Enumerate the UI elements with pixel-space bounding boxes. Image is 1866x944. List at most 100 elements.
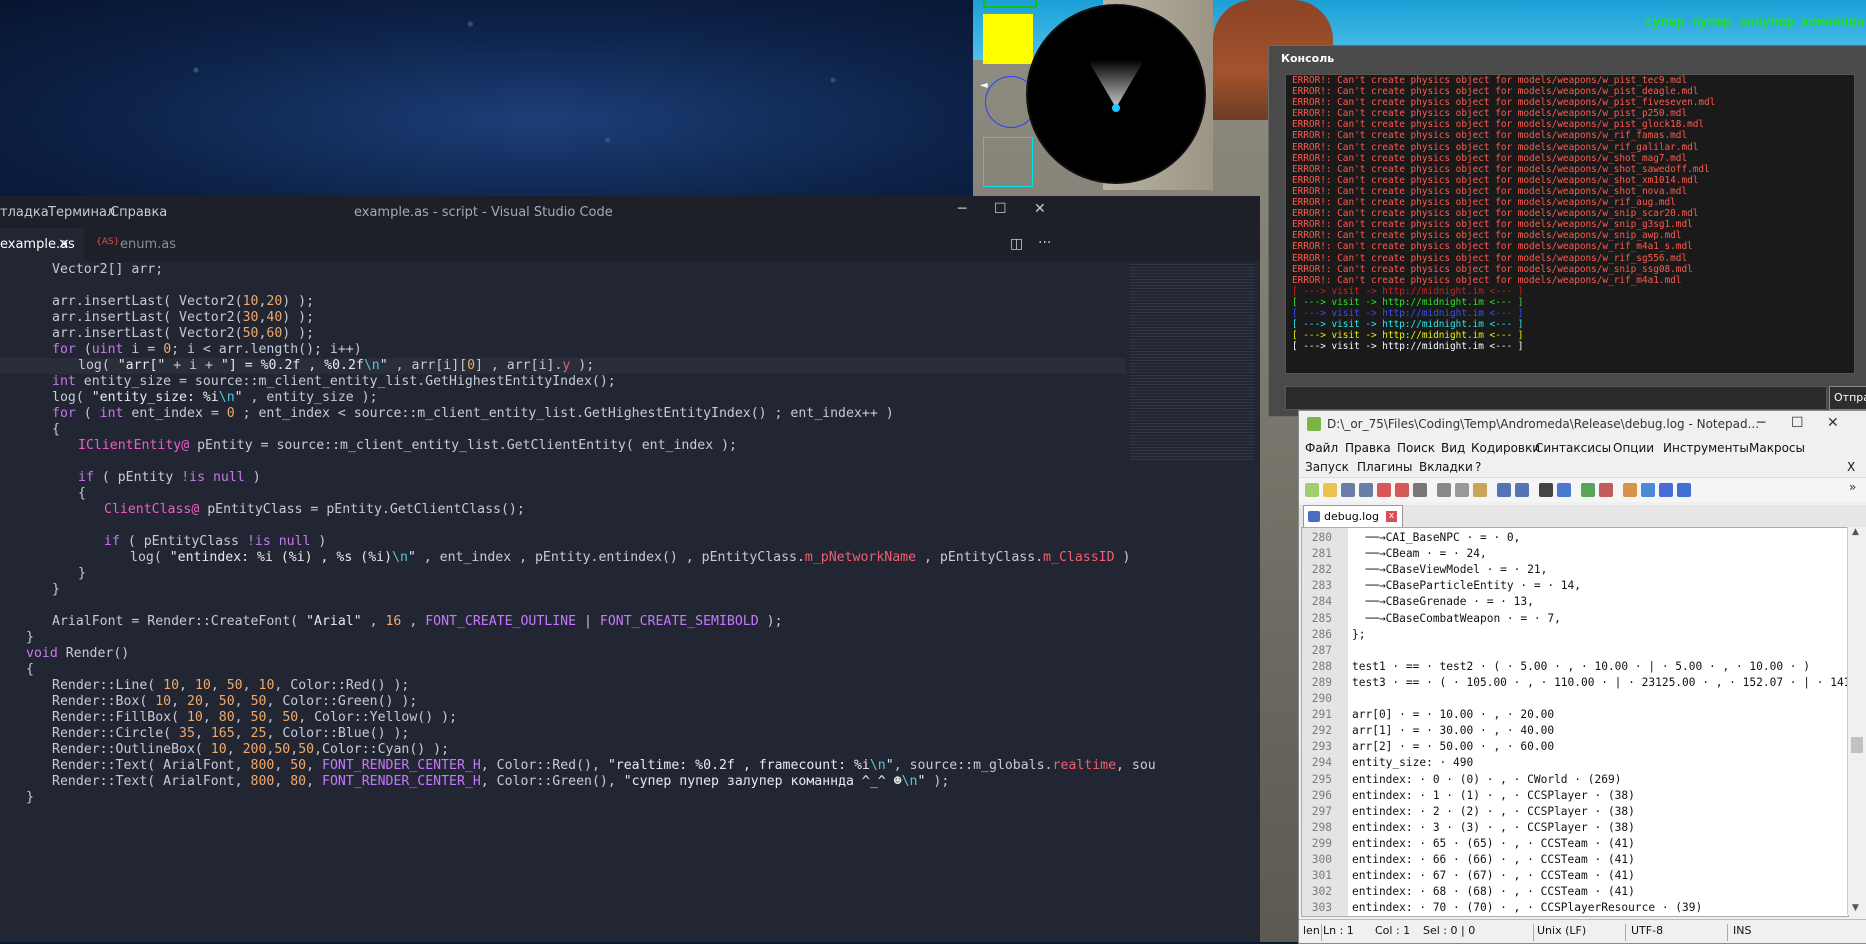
undo-icon[interactable]	[1497, 483, 1511, 497]
npp-editor[interactable]: 280 ──→CAI_BaseNPC · = · 0, 281 ──→CBeam …	[1301, 527, 1849, 917]
tab-close-icon[interactable]: ×	[58, 236, 70, 252]
code-line: ArialFont = Render::CreateFont( "Arial" …	[0, 614, 1126, 630]
npp-menu-file[interactable]: Файл	[1305, 441, 1338, 455]
npp-menu-run[interactable]: Запуск	[1305, 460, 1349, 474]
code-line: void Render()	[0, 646, 1126, 662]
console-input[interactable]	[1285, 386, 1827, 410]
save-icon[interactable]	[1341, 483, 1355, 497]
new-file-icon[interactable]	[1305, 483, 1319, 497]
tab-label: enum.as	[120, 237, 177, 252]
npp-tab-debug-log[interactable]: debug.log x	[1303, 505, 1403, 528]
menu-help[interactable]: Справка	[110, 205, 167, 220]
close-button[interactable]: ✕	[1034, 201, 1046, 217]
code-line: Vector2[] arr;	[0, 262, 1126, 278]
npp-menu-close[interactable]: X	[1847, 460, 1855, 474]
npp-menu-options[interactable]: Опции	[1613, 441, 1654, 455]
code-line: for (uint i = 0; i < arr.length(); i++)	[0, 342, 1126, 358]
console-line: ERROR!: Can't create physics object for …	[1292, 97, 1716, 109]
status-insert-mode: INS	[1733, 924, 1752, 937]
console-line: ERROR!: Can't create physics object for …	[1292, 130, 1688, 142]
indent-guide-icon[interactable]	[1677, 483, 1691, 497]
code-text: Render::FillBox( 10, 80, 50, 50, Color::…	[52, 710, 458, 725]
npp-menu-syntax[interactable]: Синтаксисы	[1535, 441, 1611, 455]
sync-scroll-icon[interactable]	[1623, 483, 1637, 497]
npp-line-text: entity_size: · 490	[1352, 756, 1474, 770]
vscode-titlebar: тладка Терминал Справка example.as - scr…	[0, 196, 1260, 228]
zoom-out-icon[interactable]	[1599, 483, 1613, 497]
paste-icon[interactable]	[1473, 483, 1487, 497]
npp-maximize-button[interactable]: ☐	[1791, 415, 1804, 431]
copy-icon[interactable]	[1455, 483, 1469, 497]
npp-line-text: entindex: · 66 · (66) · , · CCSTeam · (4…	[1352, 853, 1635, 866]
maximize-button[interactable]: ☐	[994, 201, 1007, 217]
npp-line-number: 302	[1311, 885, 1332, 899]
console-log[interactable]: ERROR!: Can't create physics object for …	[1285, 74, 1855, 374]
npp-menu-macros[interactable]: Макросы	[1749, 441, 1805, 455]
npp-line: 290	[1302, 691, 1848, 707]
npp-menu-edit[interactable]: Правка	[1345, 441, 1391, 455]
minimap[interactable]	[1130, 262, 1254, 462]
code-editor[interactable]: Vector2[] arr; arr.insertLast( Vector2(10…	[0, 262, 1156, 942]
more-actions-icon[interactable]: ···	[1038, 235, 1051, 251]
npp-line-number: 288	[1311, 659, 1332, 673]
npp-close-button[interactable]: ✕	[1827, 415, 1839, 431]
tab-enum-as[interactable]: {AS} enum.as	[96, 228, 196, 262]
scroll-thumb[interactable]	[1851, 737, 1863, 753]
redo-icon[interactable]	[1515, 483, 1529, 497]
npp-line: 303 entindex: · 70 · (70) · , · CCSPlayer…	[1302, 900, 1848, 916]
notepadpp-app-icon	[1307, 417, 1321, 431]
close-all-icon[interactable]	[1395, 483, 1409, 497]
npp-line-number: 282	[1311, 563, 1332, 577]
code-line: }	[0, 630, 1126, 646]
word-wrap-icon[interactable]	[1641, 483, 1655, 497]
scroll-down-icon[interactable]: ▼	[1852, 903, 1859, 913]
npp-line: 282 ──→CBaseViewModel · = · 21,	[1302, 562, 1848, 578]
render-yellow-fillbox	[983, 14, 1033, 64]
open-file-icon[interactable]	[1323, 483, 1337, 497]
save-all-icon[interactable]	[1359, 483, 1373, 497]
status-line: Ln : 1	[1323, 924, 1354, 937]
npp-menu-help[interactable]: ?	[1475, 460, 1481, 474]
replace-icon[interactable]	[1557, 483, 1571, 497]
npp-line-number: 281	[1311, 547, 1332, 561]
npp-menu-tabs[interactable]: Вкладки	[1419, 460, 1473, 474]
scroll-up-icon[interactable]: ▲	[1852, 527, 1859, 537]
npp-line-text: test3 · == · ( · 105.00 · , · 110.00 · |…	[1352, 675, 1849, 689]
npp-scrollbar[interactable]: ▲ ▼	[1847, 527, 1866, 915]
zoom-in-icon[interactable]	[1581, 483, 1595, 497]
npp-line: 291 arr[0] · = · 10.00 · , · 20.00	[1302, 707, 1848, 723]
print-icon[interactable]	[1413, 483, 1427, 497]
npp-menu-tools[interactable]: Инструменты	[1663, 441, 1749, 455]
show-all-chars-icon[interactable]	[1659, 483, 1673, 497]
minimize-button[interactable]: ─	[958, 201, 966, 217]
close-file-icon[interactable]	[1377, 483, 1391, 497]
npp-line-number: 280	[1311, 531, 1332, 544]
npp-line-text: ──→CBaseGrenade · = · 13,	[1352, 595, 1534, 609]
tab-example-as[interactable]: example.as ×	[0, 228, 84, 262]
split-editor-icon[interactable]: ◫	[1010, 236, 1023, 252]
console-send-button[interactable]: Отправ	[1829, 386, 1866, 410]
npp-menu-plugins[interactable]: Плагины	[1357, 460, 1412, 474]
menu-debug[interactable]: тладка	[0, 205, 49, 220]
npp-line: 301 entindex: · 67 · (67) · , · CCSTeam ·…	[1302, 868, 1848, 884]
npp-menu-view[interactable]: Вид	[1441, 441, 1465, 455]
code-line: if ( pEntity !is null )	[0, 470, 1126, 486]
npp-line-text: entindex: · 2 · (2) · , · CCSPlayer · (3…	[1352, 804, 1635, 818]
npp-menu-encoding[interactable]: Кодировки	[1471, 441, 1540, 455]
npp-line: 285 ──→CBaseCombatWeapon · = · 7,	[1302, 611, 1848, 627]
console-line: ERROR!: Can't create physics object for …	[1292, 185, 1688, 197]
tab-close-icon[interactable]: x	[1386, 511, 1397, 522]
radar	[1026, 4, 1206, 184]
code-text: arr.insertLast( Vector2(50,60) );	[52, 326, 315, 341]
menu-terminal[interactable]: Терминал	[48, 205, 115, 220]
console-line: [ ---> visit -> http://midnight.im <--- …	[1292, 330, 1524, 342]
npp-line: 302 entindex: · 68 · (68) · , · CCSTeam ·…	[1302, 884, 1848, 900]
npp-menu-search[interactable]: Поиск	[1397, 441, 1435, 455]
toolbar-overflow-icon[interactable]: »	[1849, 480, 1856, 494]
npp-minimize-button[interactable]: ─	[1757, 415, 1765, 431]
code-line: Render::Line( 10, 10, 50, 10, Color::Red…	[0, 678, 1126, 694]
npp-line-text: entindex: · 1 · (1) · , · CCSPlayer · (3…	[1352, 788, 1635, 802]
cut-icon[interactable]	[1437, 483, 1451, 497]
npp-line-text: arr[2] · = · 50.00 · , · 60.00	[1352, 740, 1555, 754]
find-icon[interactable]	[1539, 483, 1553, 497]
